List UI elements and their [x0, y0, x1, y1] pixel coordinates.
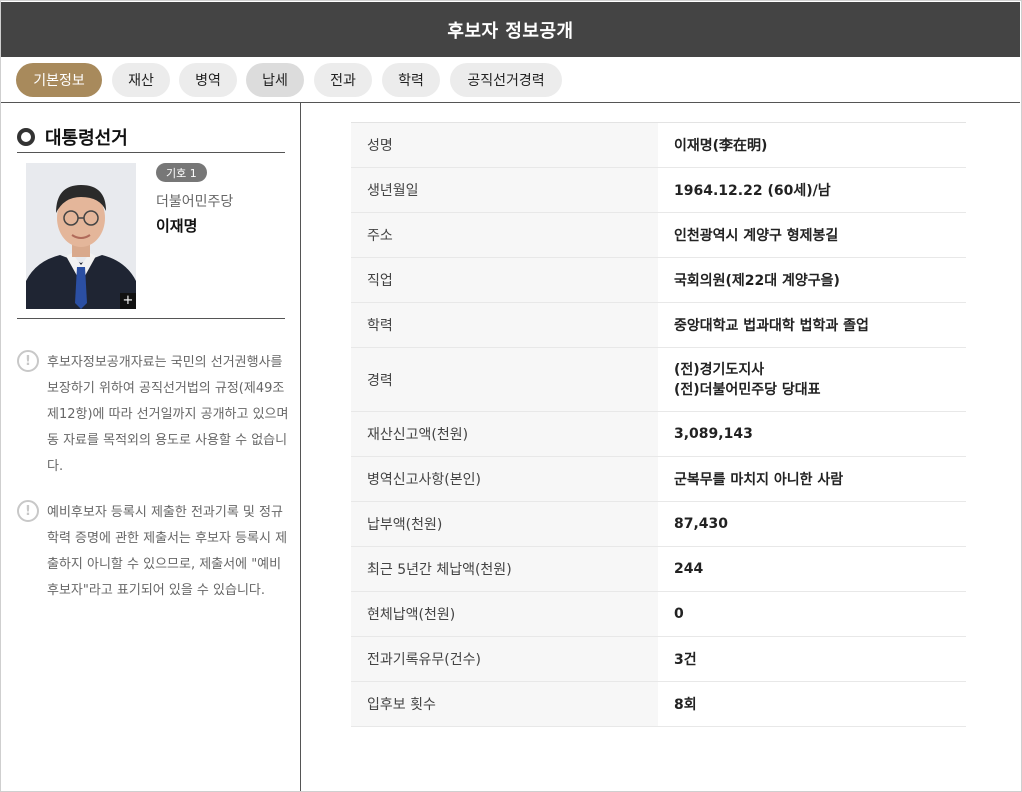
- table-row: 최근 5년간 체납액(천원) 244: [351, 546, 966, 592]
- table-row: 현체납액(천원) 0: [351, 591, 966, 637]
- candidate-info-table: 성명 이재명(李在明) 생년월일 1964.12.22 (60세)/남 주소 인천광역…: [351, 122, 966, 727]
- row-label: 입후보 횟수: [351, 681, 658, 727]
- row-value: 인천광역시 계양구 형제봉길: [658, 212, 966, 258]
- candidate-photo[interactable]: +: [26, 163, 136, 309]
- circle-bullet-icon: [17, 127, 35, 146]
- row-label: 생년월일: [351, 167, 658, 213]
- row-label: 병역신고사항(본인): [351, 456, 658, 502]
- tab-label: 공직선거경력: [467, 73, 545, 89]
- table-row: 납부액(천원) 87,430: [351, 501, 966, 547]
- tab-label: 재산: [128, 73, 154, 89]
- row-label: 전과기록유무(건수): [351, 636, 658, 682]
- row-value: 국회의원(제22대 계양구을): [658, 257, 966, 303]
- section-header: 대통령선거: [17, 121, 285, 153]
- party-name: 더불어민주당: [156, 194, 234, 210]
- tab-military[interactable]: 병역: [179, 63, 237, 97]
- tab-label: 학력: [398, 73, 424, 89]
- candidate-sidebar: 대통령선거 + 기호 1 더불어민주당 이재명 ! 후보자정보공개자료는 국민의…: [1, 103, 301, 791]
- table-row: 학력 중앙대학교 법과대학 법학과 졸업: [351, 302, 966, 348]
- table-row: 생년월일 1964.12.22 (60세)/남: [351, 167, 966, 213]
- candidate-number-badge: 기호 1: [156, 163, 207, 182]
- tab-label: 기본정보: [33, 73, 85, 89]
- table-row: 성명 이재명(李在明): [351, 122, 966, 168]
- section-title: 대통령선거: [45, 127, 128, 149]
- table-row: 직업 국회의원(제22대 계양구을): [351, 257, 966, 303]
- row-value: 87,430: [658, 501, 966, 547]
- row-value: 1964.12.22 (60세)/남: [658, 167, 966, 213]
- row-value: 3,089,143: [658, 411, 966, 457]
- row-value: 군복무를 마치지 아니한 사람: [658, 456, 966, 502]
- row-label: 성명: [351, 122, 658, 168]
- tab-election-history[interactable]: 공직선거경력: [450, 63, 562, 97]
- row-label: 현체납액(천원): [351, 591, 658, 637]
- row-value: 중앙대학교 법과대학 법학과 졸업: [658, 302, 966, 348]
- row-value: 8회: [658, 681, 966, 727]
- table-row: 경력 (전)경기도지사 (전)더불어민주당 당대표: [351, 347, 966, 412]
- exclamation-circle-icon: !: [17, 500, 39, 522]
- table-row: 입후보 횟수 8회: [351, 681, 966, 727]
- career-line: (전)경기도지사: [674, 361, 765, 378]
- info-content: 성명 이재명(李在明) 생년월일 1964.12.22 (60세)/남 주소 인천광역…: [302, 103, 1021, 791]
- window-title-text: 후보자 정보공개: [447, 20, 574, 42]
- sidebar-divider: [17, 318, 285, 319]
- tab-basic-info[interactable]: 기본정보: [16, 63, 102, 97]
- row-value: 244: [658, 546, 966, 592]
- table-row: 병역신고사항(본인) 군복무를 마치지 아니한 사람: [351, 456, 966, 502]
- table-row: 주소 인천광역시 계양구 형제봉길: [351, 212, 966, 258]
- notice-text: 후보자정보공개자료는 국민의 선거권행사를 보장하기 위하여 공직선거법의 규정…: [47, 355, 289, 474]
- tab-tax[interactable]: 납세: [246, 63, 304, 97]
- career-line: (전)더불어민주당 당대표: [674, 381, 821, 398]
- tab-label: 납세: [262, 73, 288, 89]
- row-value: (전)경기도지사 (전)더불어민주당 당대표: [658, 347, 966, 412]
- notice-item: ! 예비후보자 등록시 제출한 전과기록 및 정규학력 증명에 관한 제출서는 …: [17, 500, 289, 634]
- table-row: 재산신고액(천원) 3,089,143: [351, 411, 966, 457]
- row-label: 직업: [351, 257, 658, 303]
- row-value: 3건: [658, 636, 966, 682]
- tab-label: 병역: [195, 73, 221, 89]
- row-label: 재산신고액(천원): [351, 411, 658, 457]
- portrait-illustration: [26, 163, 136, 309]
- row-label: 경력: [351, 347, 658, 412]
- tab-education[interactable]: 학력: [382, 63, 440, 97]
- exclamation-circle-icon: !: [17, 350, 39, 372]
- tab-criminal-record[interactable]: 전과: [314, 63, 372, 97]
- notice-text: 예비후보자 등록시 제출한 전과기록 및 정규학력 증명에 관한 제출서는 후보…: [47, 505, 288, 598]
- row-value: 0: [658, 591, 966, 637]
- table-row: 전과기록유무(건수) 3건: [351, 636, 966, 682]
- window-title: 후보자 정보공개: [1, 2, 1020, 57]
- row-label: 주소: [351, 212, 658, 258]
- row-value: 이재명(李在明): [658, 122, 966, 168]
- notice-item: ! 후보자정보공개자료는 국민의 선거권행사를 보장하기 위하여 공직선거법의 …: [17, 350, 289, 484]
- zoom-plus-icon[interactable]: +: [120, 293, 136, 309]
- tab-bar: 기본정보 재산 병역 납세 전과 학력 공직선거경력: [1, 57, 1020, 103]
- tab-assets[interactable]: 재산: [112, 63, 170, 97]
- row-label: 학력: [351, 302, 658, 348]
- row-label: 납부액(천원): [351, 501, 658, 547]
- candidate-name: 이재명: [156, 217, 198, 235]
- tab-label: 전과: [330, 73, 356, 89]
- row-label: 최근 5년간 체납액(천원): [351, 546, 658, 592]
